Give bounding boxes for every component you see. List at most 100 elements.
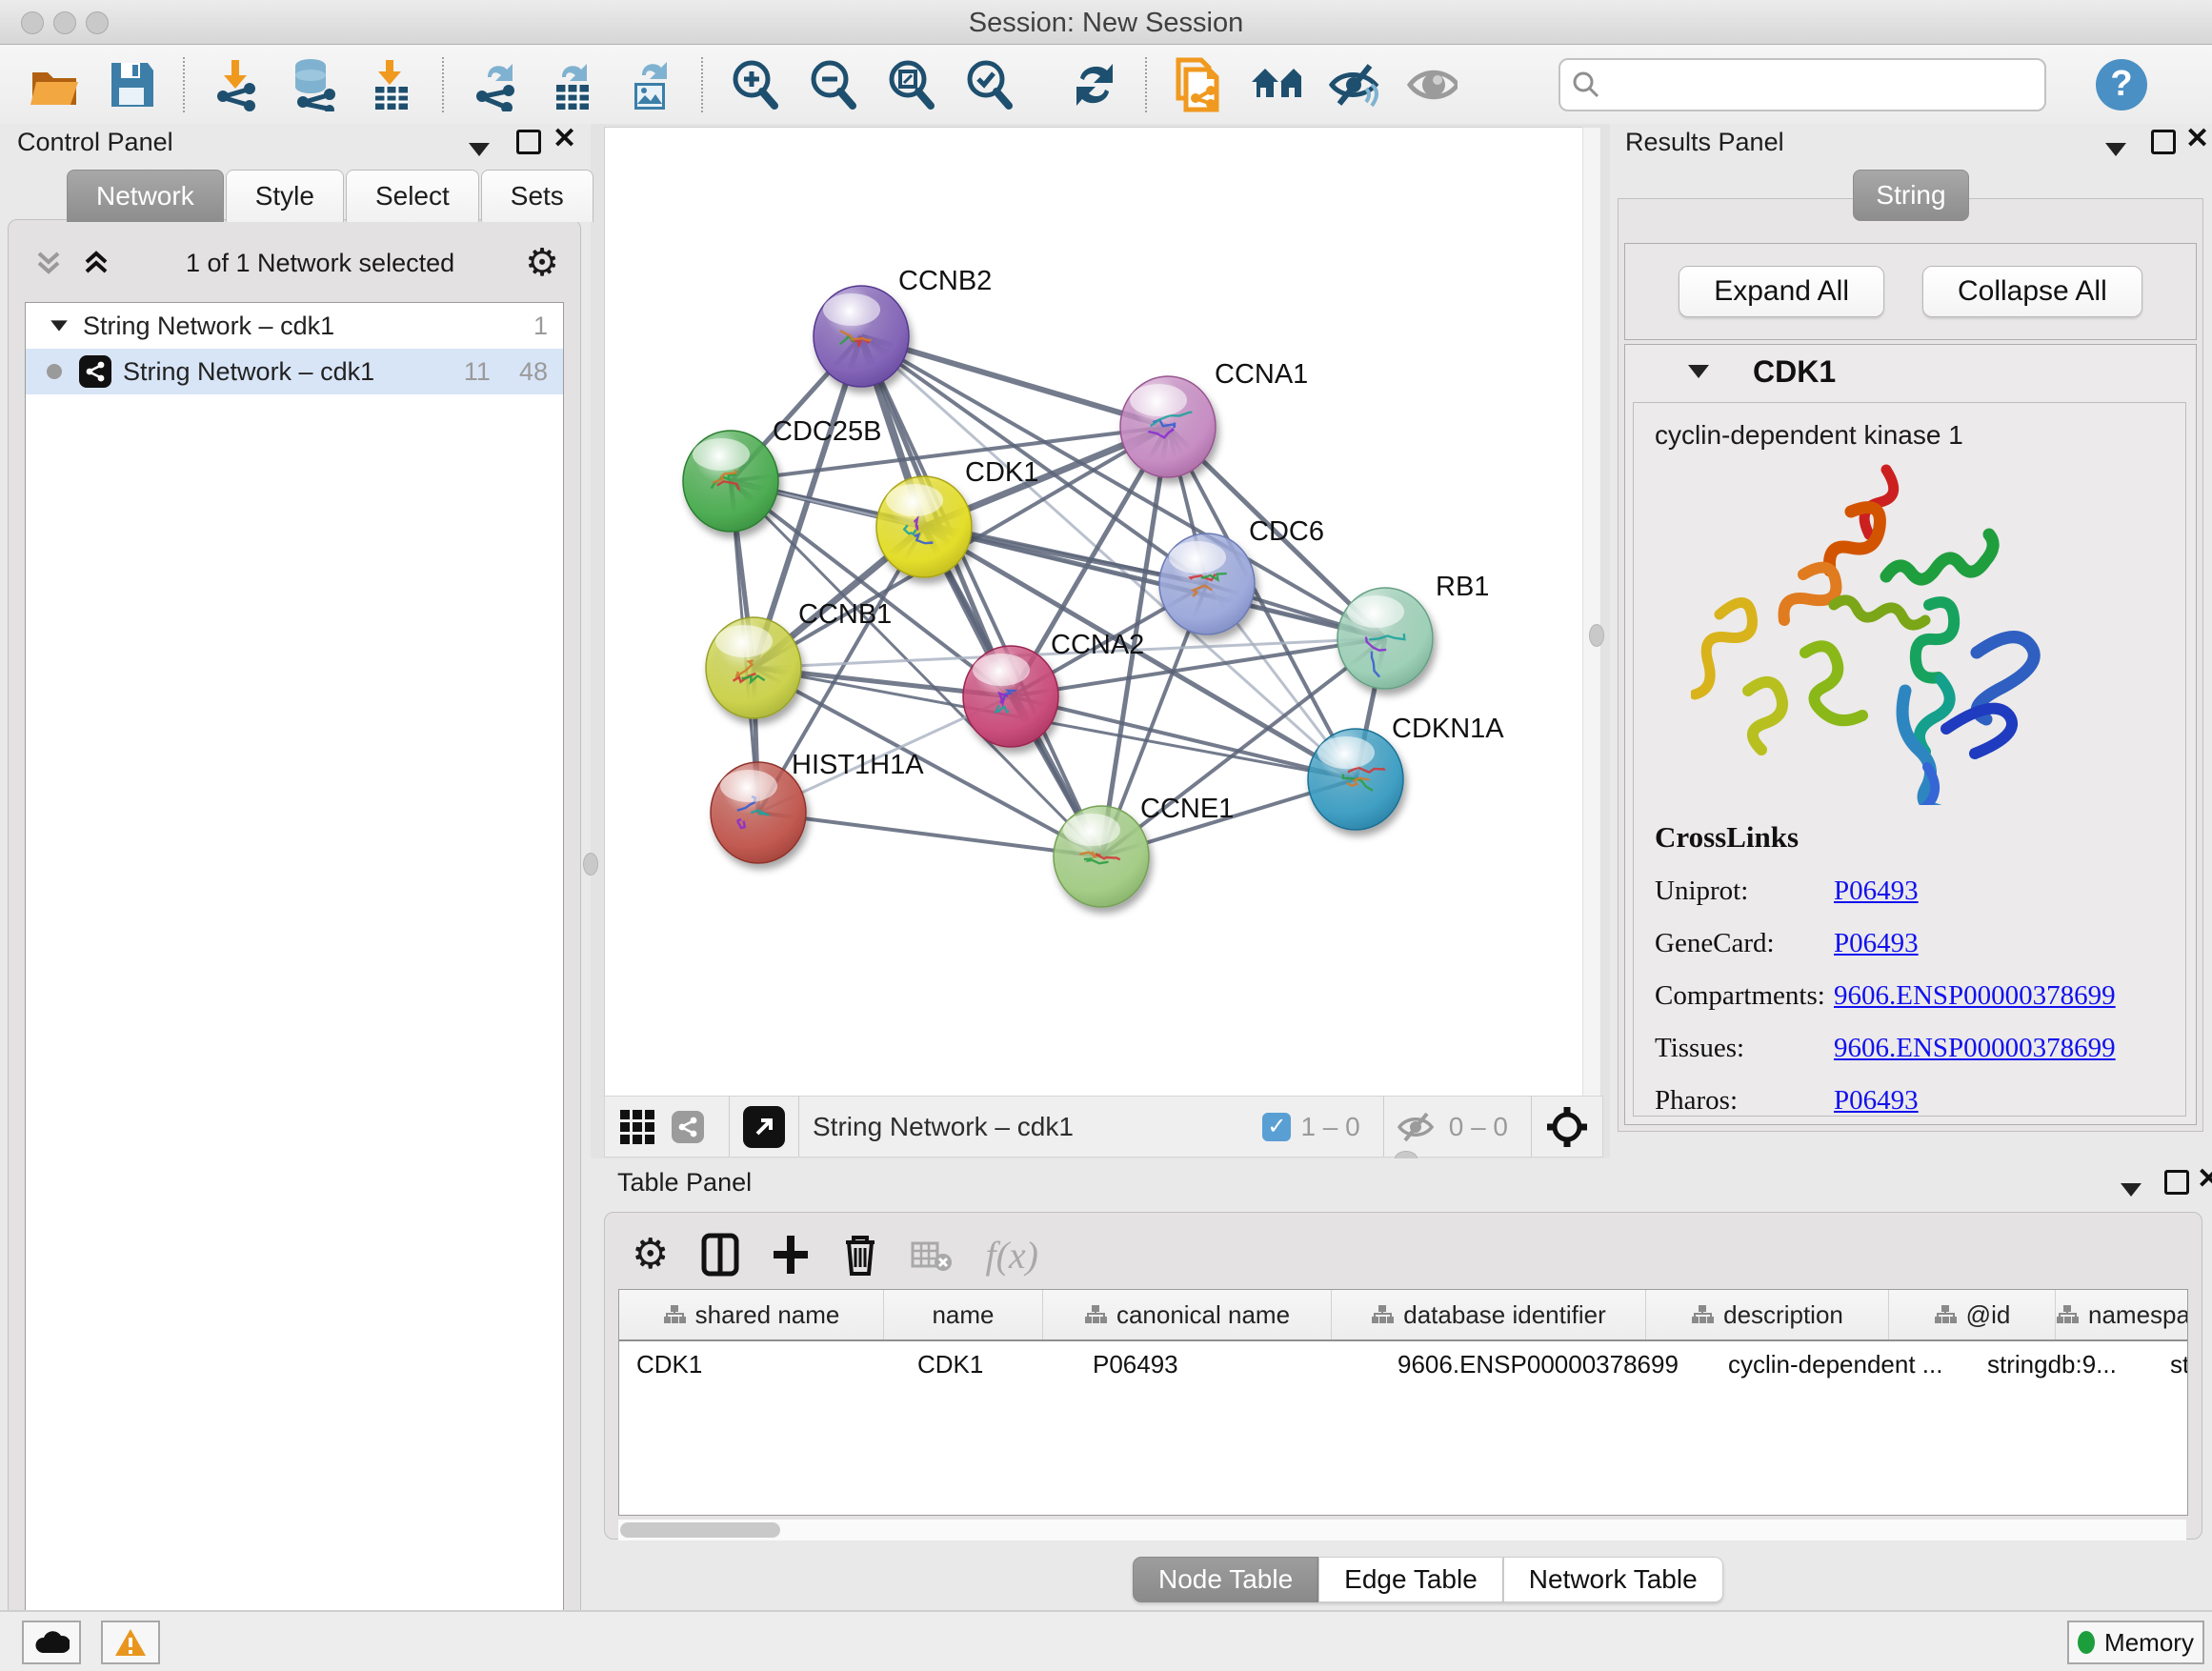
table-panel-menu-button[interactable] (2121, 1174, 2142, 1203)
save-session-button[interactable] (107, 59, 158, 111)
node-RB1[interactable] (1337, 588, 1433, 689)
export-image-button[interactable] (625, 59, 676, 111)
table-cell[interactable]: stringdb:9... (1970, 1341, 2153, 1387)
apply-layout-button[interactable] (1069, 59, 1120, 111)
collection-expander-icon[interactable] (50, 320, 68, 331)
right-splitter-handle[interactable] (1589, 624, 1604, 647)
zoom-fit-button[interactable] (884, 59, 935, 111)
birds-eye-view-icon[interactable] (620, 1110, 654, 1144)
results-panel-float-button[interactable] (2151, 130, 2176, 161)
show-columns-icon[interactable] (701, 1233, 739, 1277)
tab-select[interactable]: Select (346, 170, 479, 222)
node-CDK1[interactable] (876, 476, 972, 577)
table-panel-close-button[interactable]: ✕ (2197, 1170, 2212, 1189)
control-panel-title: Control Panel (17, 128, 173, 166)
node-CDC25B[interactable] (683, 431, 778, 532)
table-row[interactable]: CDK1CDK1P064939606.ENSP00000378699cyclin… (619, 1341, 2187, 1387)
network-row[interactable]: String Network – cdk1 11 48 (26, 349, 563, 394)
entry-header[interactable]: CDK1 (1625, 345, 2196, 398)
crosslink-link[interactable]: P06493 (1834, 928, 1919, 959)
import-network-database-button[interactable] (288, 59, 339, 111)
export-table-button[interactable] (547, 59, 598, 111)
tab-style[interactable]: Style (226, 170, 344, 222)
tab-network-table[interactable]: Network Table (1503, 1557, 1723, 1602)
create-network-from-selection-button[interactable] (1172, 59, 1223, 111)
node-CDC6[interactable] (1159, 534, 1255, 634)
crosslink-link[interactable]: P06493 (1834, 1085, 1919, 1117)
memory-button[interactable]: Memory (2067, 1621, 2204, 1664)
results-panel-menu-button[interactable] (2105, 133, 2126, 163)
zoom-out-button[interactable] (806, 59, 857, 111)
column-header-name[interactable]: name (884, 1290, 1043, 1339)
column-header--id[interactable]: @id (1889, 1290, 2056, 1339)
table-cell[interactable]: CDK1 (619, 1341, 900, 1387)
expand-all-networks-icon[interactable] (81, 246, 115, 280)
tab-string[interactable]: String (1853, 170, 1969, 221)
crosslink-link[interactable]: 9606.ENSP00000378699 (1834, 980, 2116, 1012)
collapse-all-button[interactable]: Collapse All (1922, 266, 2142, 317)
add-column-icon[interactable] (772, 1234, 810, 1276)
zoom-in-button[interactable] (728, 59, 779, 111)
results-panel-close-button[interactable]: ✕ (2185, 130, 2209, 149)
scrollbar-thumb[interactable] (620, 1522, 780, 1538)
search-input[interactable] (1558, 58, 2046, 111)
selected-items-checkbox[interactable]: ✓ (1262, 1113, 1291, 1141)
detach-view-icon[interactable] (743, 1106, 785, 1148)
first-neighbors-button[interactable] (1250, 59, 1301, 111)
node-CCNE1[interactable] (1054, 806, 1149, 907)
left-splitter-handle[interactable] (583, 853, 598, 876)
table-panel-float-button[interactable] (2164, 1170, 2189, 1201)
table-cell[interactable]: cyclin-dependent ... (1711, 1341, 1970, 1387)
node-CCNA1[interactable] (1120, 376, 1216, 477)
clear-table-icon (911, 1238, 953, 1272)
table-cell[interactable]: P06493 (1076, 1341, 1380, 1387)
export-network-button[interactable] (469, 59, 520, 111)
import-table-file-button[interactable] (366, 59, 417, 111)
tab-edge-table[interactable]: Edge Table (1318, 1557, 1503, 1602)
table-cell[interactable]: stringdb (2153, 1341, 2188, 1387)
table-cell[interactable]: 9606.ENSP00000378699 (1380, 1341, 1711, 1387)
column-header-canonical-name[interactable]: canonical name (1043, 1290, 1332, 1339)
tab-network[interactable]: Network (67, 170, 224, 222)
crosslink-link[interactable]: 9606.ENSP00000378699 (1834, 1033, 2116, 1064)
column-header-namespac[interactable]: namespac (2056, 1290, 2188, 1339)
column-header-shared-name[interactable]: shared name (619, 1290, 884, 1339)
node-CCNA2[interactable] (963, 646, 1058, 747)
crosslink-link[interactable]: P06493 (1834, 876, 1919, 907)
warnings-button[interactable] (101, 1621, 160, 1664)
network-options-gear-icon[interactable]: ⚙ (525, 244, 559, 282)
control-panel-float-button[interactable] (516, 130, 541, 161)
table-cell[interactable]: CDK1 (900, 1341, 1076, 1387)
import-network-file-button[interactable] (210, 59, 261, 111)
node-CCNB1[interactable] (706, 617, 801, 718)
network-overview-icon[interactable] (672, 1111, 704, 1143)
edge-HIST1H1A-CCNE1[interactable] (758, 813, 1101, 856)
column-header-database-identifier[interactable]: database identifier (1332, 1290, 1646, 1339)
pan-crosshair-icon[interactable] (1545, 1105, 1589, 1149)
expand-all-button[interactable]: Expand All (1679, 266, 1884, 317)
delete-column-icon[interactable] (842, 1233, 878, 1277)
zoom-selected-button[interactable] (962, 59, 1014, 111)
node-CDKN1A[interactable] (1308, 729, 1403, 830)
entry-expander-icon[interactable] (1688, 365, 1709, 378)
tab-node-table[interactable]: Node Table (1133, 1557, 1318, 1602)
network-canvas[interactable]: CCNB2CCNA1CDC25BCDK1CDC6RB1CCNB1CCNA2CDK… (604, 127, 1586, 1097)
canvas-vertical-scrollbar[interactable] (1582, 127, 1601, 1097)
tab-sets[interactable]: Sets (481, 170, 593, 222)
node-CCNB2[interactable] (814, 286, 909, 387)
help-button[interactable]: ? (2096, 59, 2147, 111)
cloud-status-button[interactable] (22, 1621, 81, 1664)
table-settings-gear-icon[interactable]: ⚙ (632, 1236, 669, 1274)
control-panel-menu-button[interactable] (469, 133, 490, 163)
edge-CCNA2-CDKN1A[interactable] (1011, 696, 1356, 779)
hide-selected-button[interactable] (1328, 59, 1379, 111)
open-session-button[interactable] (29, 59, 80, 111)
table-horizontal-scrollbar[interactable] (618, 1520, 2186, 1540)
column-header-description[interactable]: description (1646, 1290, 1889, 1339)
node-table[interactable]: shared namenamecanonical namedatabase id… (618, 1289, 2188, 1516)
collapse-all-networks-icon[interactable] (33, 246, 68, 280)
network-collection-row[interactable]: String Network – cdk1 1 (26, 303, 563, 349)
graphics-details-button[interactable] (1406, 59, 1458, 111)
control-panel-close-button[interactable]: ✕ (553, 130, 576, 149)
toolbar-separator (183, 57, 185, 112)
